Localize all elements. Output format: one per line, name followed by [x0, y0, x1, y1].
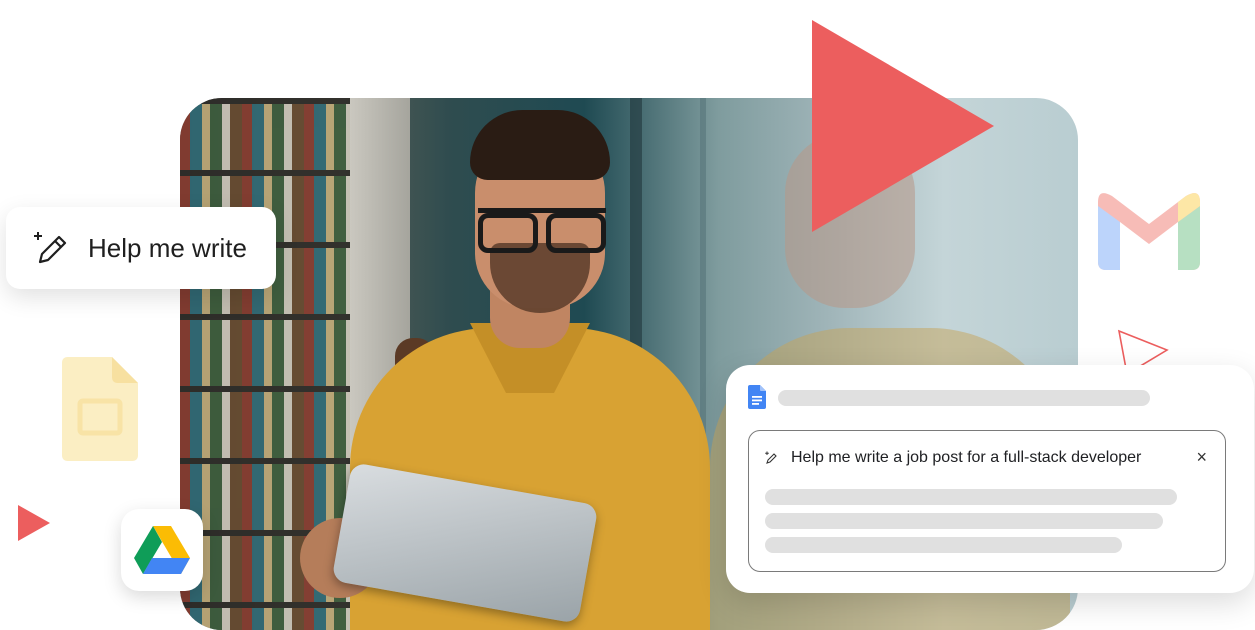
- google-docs-icon: [748, 385, 766, 409]
- google-slides-icon: [62, 357, 138, 461]
- help-me-write-button[interactable]: Help me write: [6, 207, 276, 289]
- text-placeholder-line: [765, 513, 1163, 529]
- title-placeholder: [778, 390, 1150, 406]
- google-drive-card: [121, 509, 203, 591]
- pencil-sparkle-icon: [765, 451, 777, 464]
- play-icon: [18, 505, 50, 541]
- glasses: [478, 208, 606, 253]
- gmail-icon: [1098, 193, 1200, 270]
- play-icon: [812, 20, 994, 232]
- close-button[interactable]: ×: [1196, 447, 1207, 468]
- help-me-write-prompt[interactable]: Help me write a job post for a full-stac…: [748, 430, 1226, 572]
- pencil-sparkle-icon: [34, 232, 67, 264]
- google-drive-icon: [134, 526, 190, 574]
- help-me-write-label: Help me write: [88, 232, 247, 263]
- prompt-text: Help me write a job post for a full-stac…: [791, 449, 1142, 466]
- text-placeholder-line: [765, 537, 1122, 553]
- text-placeholder-line: [765, 489, 1177, 505]
- doc-editor-card: Help me write a job post for a full-stac…: [726, 365, 1254, 593]
